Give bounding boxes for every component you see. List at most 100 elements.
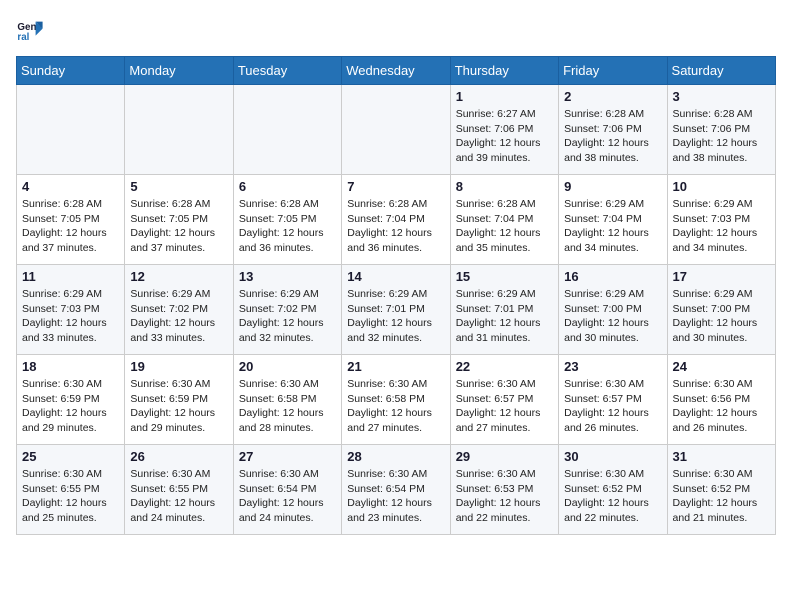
day-number: 29: [456, 449, 553, 464]
day-number: 2: [564, 89, 661, 104]
day-number: 7: [347, 179, 444, 194]
page-header: Gene ral: [16, 16, 776, 44]
calendar-cell: 12Sunrise: 6:29 AM Sunset: 7:02 PM Dayli…: [125, 265, 233, 355]
day-number: 18: [22, 359, 119, 374]
day-info: Sunrise: 6:30 AM Sunset: 6:56 PM Dayligh…: [673, 377, 770, 436]
week-row-1: 1 Sunrise: 6:27 AM Sunset: 7:06 PM Daylig…: [17, 85, 776, 175]
day-info: Sunrise: 6:30 AM Sunset: 6:53 PM Dayligh…: [456, 467, 553, 526]
column-header-tuesday: Tuesday: [233, 57, 341, 85]
week-row-4: 18Sunrise: 6:30 AM Sunset: 6:59 PM Dayli…: [17, 355, 776, 445]
calendar-cell: 23 Sunrise: 6:30 AM Sunset: 6:57 PM Dayli…: [559, 355, 667, 445]
day-info: Sunrise: 6:28 AM Sunset: 7:04 PM Dayligh…: [456, 197, 553, 256]
calendar-cell: [342, 85, 450, 175]
day-info: Sunrise: 6:30 AM Sunset: 6:54 PM Dayligh…: [347, 467, 444, 526]
calendar-cell: 3 Sunrise: 6:28 AM Sunset: 7:06 PM Daylig…: [667, 85, 775, 175]
calendar-cell: 10Sunrise: 6:29 AM Sunset: 7:03 PM Dayli…: [667, 175, 775, 265]
day-number: 15: [456, 269, 553, 284]
calendar-cell: 28 Sunrise: 6:30 AM Sunset: 6:54 PM Dayli…: [342, 445, 450, 535]
calendar-cell: 19Sunrise: 6:30 AM Sunset: 6:59 PM Dayli…: [125, 355, 233, 445]
calendar-cell: 16 Sunrise: 6:29 AM Sunset: 7:00 PM Dayli…: [559, 265, 667, 355]
day-number: 3: [673, 89, 770, 104]
day-number: 12: [130, 269, 227, 284]
column-header-monday: Monday: [125, 57, 233, 85]
calendar-cell: 2 Sunrise: 6:28 AM Sunset: 7:06 PM Daylig…: [559, 85, 667, 175]
calendar-cell: 7 Sunrise: 6:28 AM Sunset: 7:04 PM Daylig…: [342, 175, 450, 265]
day-number: 21: [347, 359, 444, 374]
column-header-friday: Friday: [559, 57, 667, 85]
day-info: Sunrise: 6:28 AM Sunset: 7:05 PM Dayligh…: [239, 197, 336, 256]
calendar-cell: 13 Sunrise: 6:29 AM Sunset: 7:02 PM Dayli…: [233, 265, 341, 355]
day-info: Sunrise: 6:30 AM Sunset: 6:54 PM Dayligh…: [239, 467, 336, 526]
column-header-thursday: Thursday: [450, 57, 558, 85]
calendar-table: SundayMondayTuesdayWednesdayThursdayFrid…: [16, 56, 776, 535]
week-row-3: 11Sunrise: 6:29 AM Sunset: 7:03 PM Dayli…: [17, 265, 776, 355]
day-number: 8: [456, 179, 553, 194]
calendar-cell: 9Sunrise: 6:29 AM Sunset: 7:04 PM Daylig…: [559, 175, 667, 265]
column-header-sunday: Sunday: [17, 57, 125, 85]
day-info: Sunrise: 6:30 AM Sunset: 6:58 PM Dayligh…: [347, 377, 444, 436]
day-info: Sunrise: 6:29 AM Sunset: 7:00 PM Dayligh…: [564, 287, 661, 346]
calendar-cell: 8 Sunrise: 6:28 AM Sunset: 7:04 PM Daylig…: [450, 175, 558, 265]
day-info: Sunrise: 6:30 AM Sunset: 6:52 PM Dayligh…: [564, 467, 661, 526]
day-info: Sunrise: 6:30 AM Sunset: 6:57 PM Dayligh…: [456, 377, 553, 436]
day-info: Sunrise: 6:28 AM Sunset: 7:04 PM Dayligh…: [347, 197, 444, 256]
calendar-cell: 1 Sunrise: 6:27 AM Sunset: 7:06 PM Daylig…: [450, 85, 558, 175]
calendar-cell: 11Sunrise: 6:29 AM Sunset: 7:03 PM Dayli…: [17, 265, 125, 355]
day-info: Sunrise: 6:30 AM Sunset: 6:52 PM Dayligh…: [673, 467, 770, 526]
day-info: Sunrise: 6:30 AM Sunset: 6:57 PM Dayligh…: [564, 377, 661, 436]
day-number: 17: [673, 269, 770, 284]
calendar-cell: 18Sunrise: 6:30 AM Sunset: 6:59 PM Dayli…: [17, 355, 125, 445]
day-info: Sunrise: 6:30 AM Sunset: 6:55 PM Dayligh…: [22, 467, 119, 526]
day-number: 25: [22, 449, 119, 464]
day-info: Sunrise: 6:28 AM Sunset: 7:06 PM Dayligh…: [564, 107, 661, 166]
calendar-cell: 20 Sunrise: 6:30 AM Sunset: 6:58 PM Dayli…: [233, 355, 341, 445]
calendar-cell: [17, 85, 125, 175]
day-info: Sunrise: 6:30 AM Sunset: 6:55 PM Dayligh…: [130, 467, 227, 526]
calendar-header-row: SundayMondayTuesdayWednesdayThursdayFrid…: [17, 57, 776, 85]
day-number: 16: [564, 269, 661, 284]
day-info: Sunrise: 6:28 AM Sunset: 7:05 PM Dayligh…: [130, 197, 227, 256]
calendar-cell: 31 Sunrise: 6:30 AM Sunset: 6:52 PM Dayli…: [667, 445, 775, 535]
calendar-cell: 15 Sunrise: 6:29 AM Sunset: 7:01 PM Dayli…: [450, 265, 558, 355]
calendar-cell: 17 Sunrise: 6:29 AM Sunset: 7:00 PM Dayli…: [667, 265, 775, 355]
day-info: Sunrise: 6:28 AM Sunset: 7:05 PM Dayligh…: [22, 197, 119, 256]
day-info: Sunrise: 6:29 AM Sunset: 7:00 PM Dayligh…: [673, 287, 770, 346]
week-row-5: 25 Sunrise: 6:30 AM Sunset: 6:55 PM Dayli…: [17, 445, 776, 535]
day-number: 1: [456, 89, 553, 104]
day-info: Sunrise: 6:30 AM Sunset: 6:58 PM Dayligh…: [239, 377, 336, 436]
column-header-wednesday: Wednesday: [342, 57, 450, 85]
day-number: 30: [564, 449, 661, 464]
day-number: 4: [22, 179, 119, 194]
day-number: 23: [564, 359, 661, 374]
day-info: Sunrise: 6:29 AM Sunset: 7:01 PM Dayligh…: [347, 287, 444, 346]
calendar-cell: 14Sunrise: 6:29 AM Sunset: 7:01 PM Dayli…: [342, 265, 450, 355]
day-number: 27: [239, 449, 336, 464]
day-info: Sunrise: 6:29 AM Sunset: 7:02 PM Dayligh…: [239, 287, 336, 346]
day-number: 26: [130, 449, 227, 464]
day-info: Sunrise: 6:29 AM Sunset: 7:03 PM Dayligh…: [673, 197, 770, 256]
calendar-cell: 5 Sunrise: 6:28 AM Sunset: 7:05 PM Daylig…: [125, 175, 233, 265]
day-number: 5: [130, 179, 227, 194]
calendar-cell: 22Sunrise: 6:30 AM Sunset: 6:57 PM Dayli…: [450, 355, 558, 445]
svg-text:ral: ral: [17, 32, 29, 43]
calendar-body: 1 Sunrise: 6:27 AM Sunset: 7:06 PM Daylig…: [17, 85, 776, 535]
logo: Gene ral: [16, 16, 48, 44]
day-info: Sunrise: 6:27 AM Sunset: 7:06 PM Dayligh…: [456, 107, 553, 166]
calendar-cell: 4 Sunrise: 6:28 AM Sunset: 7:05 PM Daylig…: [17, 175, 125, 265]
day-number: 28: [347, 449, 444, 464]
calendar-cell: 29 Sunrise: 6:30 AM Sunset: 6:53 PM Dayli…: [450, 445, 558, 535]
day-number: 9: [564, 179, 661, 194]
calendar-cell: 6Sunrise: 6:28 AM Sunset: 7:05 PM Daylig…: [233, 175, 341, 265]
day-number: 31: [673, 449, 770, 464]
logo-icon: Gene ral: [16, 16, 44, 44]
day-number: 13: [239, 269, 336, 284]
day-number: 20: [239, 359, 336, 374]
day-number: 24: [673, 359, 770, 374]
day-number: 11: [22, 269, 119, 284]
calendar-cell: 21 Sunrise: 6:30 AM Sunset: 6:58 PM Dayli…: [342, 355, 450, 445]
calendar-cell: 30 Sunrise: 6:30 AM Sunset: 6:52 PM Dayli…: [559, 445, 667, 535]
day-info: Sunrise: 6:29 AM Sunset: 7:01 PM Dayligh…: [456, 287, 553, 346]
calendar-cell: 26 Sunrise: 6:30 AM Sunset: 6:55 PM Dayli…: [125, 445, 233, 535]
calendar-cell: 24 Sunrise: 6:30 AM Sunset: 6:56 PM Dayli…: [667, 355, 775, 445]
day-info: Sunrise: 6:28 AM Sunset: 7:06 PM Dayligh…: [673, 107, 770, 166]
